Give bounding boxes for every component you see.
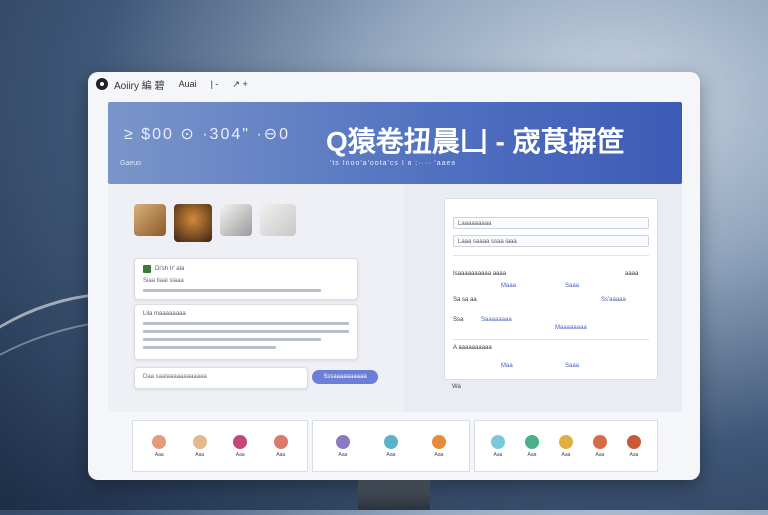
banner-sub-left: Gaeuo bbox=[120, 160, 142, 167]
row-value[interactable]: Maa bbox=[501, 363, 513, 369]
app-launcher[interactable]: Aaa bbox=[525, 434, 539, 458]
hero-banner: ≥ $00 ⊙ ·304" ·⊖0 Q猿卷扭晨凵 - 宬茛摒笸 Gaeuo 't… bbox=[108, 102, 682, 184]
row-label: Isaaaaaaaaaa aaaa bbox=[453, 271, 507, 277]
app-launcher[interactable]: Aaa bbox=[491, 434, 505, 458]
thumbnail-image[interactable] bbox=[174, 204, 212, 242]
app-icon bbox=[491, 434, 505, 449]
message-author: Di'sh Ir' ala bbox=[155, 266, 185, 272]
app-launcher[interactable]: Aaa bbox=[432, 434, 446, 458]
form-field[interactable]: Laaa saaaa ssaa iaaa bbox=[453, 235, 649, 247]
app-icon bbox=[273, 434, 288, 449]
thumbnail-image[interactable] bbox=[220, 204, 252, 236]
app-launcher[interactable]: Aaa bbox=[384, 434, 398, 458]
row-value: aaaa bbox=[625, 271, 639, 277]
app-icon bbox=[593, 434, 607, 449]
app-icon bbox=[559, 434, 573, 449]
app-icon bbox=[152, 434, 167, 449]
app-icon bbox=[525, 434, 539, 449]
chat-message: Lila maaaaaaaa bbox=[134, 304, 358, 360]
row-value[interactable]: Ss'aaaaa bbox=[601, 297, 626, 303]
app-icon bbox=[432, 434, 446, 449]
form-card: Laaaaaaaaa Laaa saaaa ssaa iaaa Isaaaaaa… bbox=[444, 198, 658, 380]
text-line bbox=[143, 338, 321, 341]
app-group: Aaa Aaa Aaa bbox=[312, 420, 470, 472]
app-icon bbox=[384, 434, 398, 449]
app-launcher[interactable]: Aaa bbox=[233, 434, 248, 458]
form-panel: Laaaaaaaaa Laaa saaaa ssaa iaaa Isaaaaaa… bbox=[404, 184, 682, 412]
monitor-stand bbox=[358, 478, 430, 510]
app-icon bbox=[192, 434, 207, 449]
row-value[interactable]: Maaaaaaaa bbox=[555, 325, 587, 331]
app-launcher[interactable]: Aaa bbox=[192, 434, 207, 458]
app-launcher[interactable]: Aaa bbox=[152, 434, 167, 458]
app-dock: Aaa Aaa Aaa Aaa Aaa Aaa Aaa Aaa Aaa Aaa … bbox=[132, 420, 658, 472]
chat-input-placeholder: Daa saalaaaaaaaaaaaa bbox=[143, 374, 207, 380]
toolbar-item[interactable]: ↗ + bbox=[232, 79, 247, 90]
toolbar-item[interactable]: Auai bbox=[179, 79, 197, 89]
thumbnail-image[interactable] bbox=[260, 204, 296, 236]
send-button[interactable]: Sssaaaaaaaaaa bbox=[312, 370, 378, 384]
text-line bbox=[143, 346, 277, 349]
text-line bbox=[143, 330, 349, 333]
banner-title: Q猿卷扭晨凵 - 宬茛摒笸 bbox=[326, 126, 625, 157]
row-label: A aaaaaaaaaa bbox=[453, 345, 492, 351]
message-text: Siaa tiaai siaaa bbox=[143, 278, 184, 284]
chat-message: Di'sh Ir' ala Siaa tiaai siaaa bbox=[134, 258, 358, 300]
message-author: Lila maaaaaaaa bbox=[143, 311, 186, 317]
row-value[interactable]: Maaa bbox=[501, 283, 516, 289]
app-group: Aaa Aaa Aaa Aaa bbox=[132, 420, 308, 472]
app-launcher[interactable]: Aaa bbox=[593, 434, 607, 458]
banner-subtitle: 'ts Inoo'a'oota'cs I ɞ :···· 'aaeɞ bbox=[330, 160, 456, 167]
app-launcher[interactable]: Aaa bbox=[273, 434, 288, 458]
row-value[interactable]: Saaa bbox=[565, 363, 579, 369]
app-icon bbox=[336, 434, 350, 449]
row-value[interactable]: Saaa bbox=[565, 283, 579, 289]
row-label: Sa sa aa bbox=[453, 297, 477, 303]
form-field[interactable]: Laaaaaaaaa bbox=[453, 217, 649, 229]
app-logo-icon bbox=[96, 78, 108, 90]
avatar bbox=[143, 265, 151, 273]
chat-input[interactable]: Daa saalaaaaaaaaaaaa bbox=[134, 367, 308, 389]
app-launcher[interactable]: Aaa bbox=[559, 434, 573, 458]
banner-stats: ≥ $00 ⊙ ·304" ·⊖0 bbox=[124, 126, 290, 143]
thumbnail-image[interactable] bbox=[134, 204, 166, 236]
app-launcher[interactable]: Aaa bbox=[336, 434, 350, 458]
app-icon bbox=[627, 434, 641, 449]
text-line bbox=[143, 322, 349, 325]
text-line bbox=[143, 289, 321, 292]
chat-panel: Di'sh Ir' ala Siaa tiaai siaaa Lila maaa… bbox=[108, 184, 404, 412]
app-launcher[interactable]: Aaa bbox=[627, 434, 641, 458]
form-footer: Wa bbox=[452, 384, 461, 390]
row-value[interactable]: Saaaaaaaa bbox=[481, 317, 512, 323]
image-thumbnails bbox=[134, 204, 296, 242]
app-title: Aoiiry 編 碧 bbox=[114, 80, 165, 92]
app-group: Aaa Aaa Aaa Aaa Aaa bbox=[474, 420, 658, 472]
title-bar: Aoiiry 編 碧 Auai | - ↗ + bbox=[88, 72, 700, 96]
row-label: Ssa bbox=[453, 317, 464, 323]
app-icon bbox=[233, 434, 248, 449]
monitor-screen: Aoiiry 編 碧 Auai | - ↗ + ≥ $00 ⊙ ·304" ·⊖… bbox=[88, 72, 700, 480]
toolbar-item[interactable]: | - bbox=[211, 79, 219, 89]
